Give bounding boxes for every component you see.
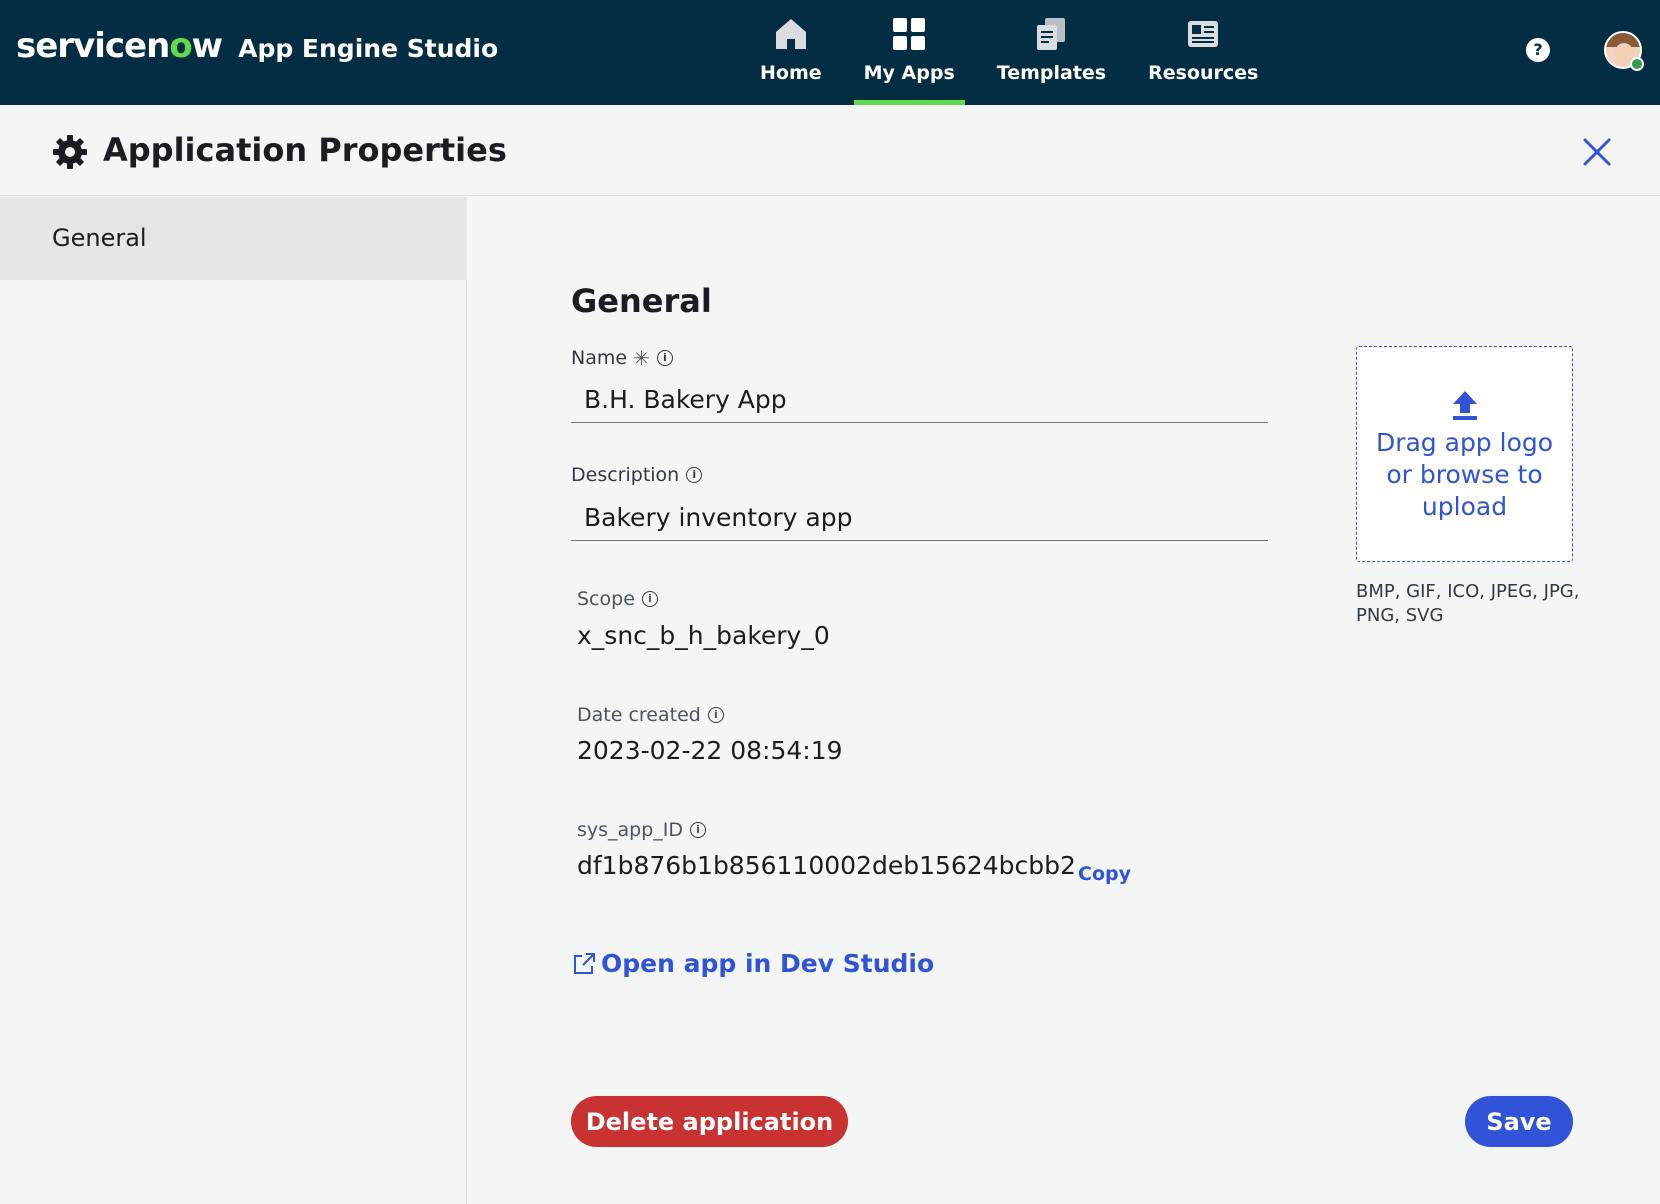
online-status-icon — [1630, 57, 1644, 71]
info-icon[interactable]: i — [686, 467, 703, 483]
templates-icon — [1037, 18, 1066, 50]
logo-upload-dropzone[interactable]: Drag app logo or browse to upload — [1356, 346, 1573, 562]
date-created-value: 2023-02-22 08:54:19 — [577, 736, 843, 765]
scope-value: x_snc_b_h_bakery_0 — [577, 621, 830, 650]
nav-item-label: Resources — [1148, 62, 1259, 84]
info-icon[interactable]: i — [641, 591, 658, 607]
upload-text: Drag app logo or browse to upload — [1375, 428, 1554, 521]
brand[interactable]: servicenow App Engine Studio — [16, 26, 498, 66]
nav-item-home[interactable]: Home — [750, 14, 832, 105]
sys-app-id-label: sys_app_ID i — [577, 819, 707, 841]
scope-label: Scope i — [577, 588, 658, 610]
open-dev-studio-link[interactable]: Open app in Dev Studio — [571, 949, 934, 978]
name-label: Name ✳ i — [571, 346, 673, 370]
description-field[interactable] — [571, 495, 1268, 541]
external-link-icon — [574, 952, 595, 974]
date-created-label: Date created i — [577, 704, 724, 726]
info-icon[interactable]: i — [690, 822, 707, 838]
general-panel: General Name ✳ i Description i Scope i x… — [468, 197, 1660, 1204]
sys-app-id-value: df1b876b1b856110002deb15624bcbb2 — [577, 851, 1076, 880]
main-nav: Home My Apps Templates Resources — [750, 14, 1290, 105]
delete-application-button[interactable]: Delete application — [571, 1096, 848, 1147]
nav-item-label: My Apps — [863, 62, 955, 84]
close-icon[interactable] — [1580, 135, 1614, 169]
nav-item-templates[interactable]: Templates — [987, 14, 1116, 105]
servicenow-logo: servicenow — [16, 26, 223, 66]
section-title: General — [571, 282, 712, 320]
page-header: Application Properties — [0, 105, 1660, 196]
nav-item-my-apps[interactable]: My Apps — [853, 14, 965, 105]
nav-item-label: Home — [760, 62, 822, 84]
page-title: Application Properties — [103, 131, 507, 169]
name-field[interactable] — [571, 377, 1268, 423]
grid-icon — [893, 18, 926, 50]
info-icon[interactable]: i — [707, 707, 724, 723]
sidebar: General — [0, 197, 467, 1204]
info-icon[interactable]: i — [656, 350, 673, 366]
home-icon — [775, 19, 806, 49]
nav-item-resources[interactable]: Resources — [1138, 14, 1268, 105]
top-navigation-bar: servicenow App Engine Studio Home My App… — [0, 0, 1660, 105]
required-icon: ✳ — [633, 346, 650, 370]
sidebar-item-general[interactable]: General — [0, 197, 467, 280]
resources-icon — [1188, 21, 1219, 47]
copy-button[interactable]: Copy — [1078, 863, 1131, 885]
description-label: Description i — [571, 464, 703, 486]
upload-formats: BMP, GIF, ICO, JPEG, JPG, PNG, SVG — [1356, 581, 1580, 626]
upload-icon — [1452, 391, 1477, 420]
nav-item-label: Templates — [996, 62, 1107, 84]
gear-icon — [53, 135, 87, 169]
help-icon[interactable]: ? — [1526, 38, 1550, 62]
save-button[interactable]: Save — [1465, 1096, 1573, 1147]
product-name: App Engine Studio — [238, 34, 499, 63]
